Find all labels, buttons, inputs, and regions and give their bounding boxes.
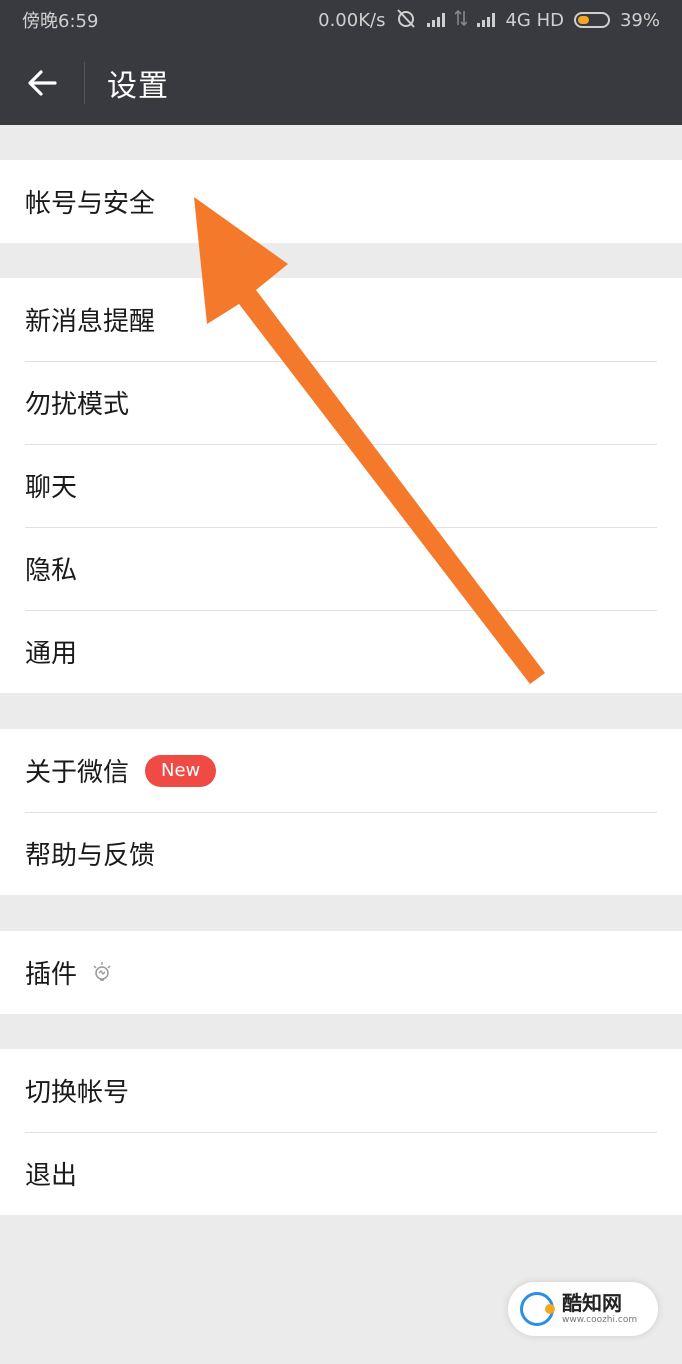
status-icons: 0.00K/s 4G HD 39% [318,8,660,33]
settings-item-notifications[interactable]: 新消息提醒 [0,278,682,361]
arrow-left-icon [28,69,57,96]
settings-item-about[interactable]: 关于微信 New [0,729,682,812]
battery-percent: 39% [619,9,660,31]
settings-item-label: 勿扰模式 [25,390,130,420]
data-transfer-icon [454,9,469,32]
battery-icon [573,12,610,28]
settings-page: 傍晚6:59 0.00K/s 4G HD 39% 设置 帐号与安全 新消息提醒 … [0,0,682,1364]
settings-item-help-feedback[interactable]: 帮助与反馈 [0,812,682,895]
status-time: 傍晚6:59 [22,11,99,32]
settings-item-general[interactable]: 通用 [0,610,682,693]
settings-item-label: 切换帐号 [25,1078,130,1108]
watermark-logo: 酷知网 www.coozhi.com [508,1282,658,1336]
settings-item-account-security[interactable]: 帐号与安全 [0,160,682,243]
settings-group-account: 帐号与安全 [0,160,682,243]
settings-item-privacy[interactable]: 隐私 [0,527,682,610]
settings-group-general: 新消息提醒 勿扰模式 聊天 隐私 通用 [0,278,682,693]
settings-item-label: 通用 [25,639,78,669]
lightbulb-icon [91,961,113,985]
new-badge: New [145,754,217,787]
watermark-url: www.coozhi.com [562,1315,638,1325]
settings-item-label: 插件 [25,960,78,990]
title-divider [84,61,85,104]
network-type: 4G HD [505,9,564,31]
watermark-text: 酷知网 www.coozhi.com [562,1293,637,1325]
watermark-brand: 酷知网 [562,1291,622,1315]
status-bar: 傍晚6:59 0.00K/s 4G HD 39% [0,0,682,40]
alarm-off-icon [395,8,417,33]
settings-group-plugins: 插件 [0,931,682,1014]
settings-item-plugins[interactable]: 插件 [0,931,682,1014]
back-button[interactable] [0,40,84,125]
title-bar: 设置 [0,40,682,125]
settings-item-logout[interactable]: 退出 [0,1132,682,1215]
settings-item-label: 隐私 [25,556,78,586]
settings-item-label: 聊天 [25,473,78,503]
signal-icon [427,13,446,27]
settings-item-label: 帐号与安全 [25,189,156,219]
settings-group-account-actions: 切换帐号 退出 [0,1049,682,1215]
settings-item-label: 退出 [25,1161,78,1191]
settings-item-chat[interactable]: 聊天 [0,444,682,527]
settings-item-label: 帮助与反馈 [25,841,156,871]
settings-group-about: 关于微信 New 帮助与反馈 [0,729,682,895]
settings-item-switch-account[interactable]: 切换帐号 [0,1049,682,1132]
page-title: 设置 [107,68,169,104]
signal-icon-2 [477,13,496,27]
settings-item-label: 新消息提醒 [25,307,156,337]
network-speed: 0.00K/s [318,9,386,31]
settings-item-do-not-disturb[interactable]: 勿扰模式 [0,361,682,444]
settings-item-label: 关于微信 [25,758,130,788]
coozhi-logo-icon [520,1292,555,1326]
